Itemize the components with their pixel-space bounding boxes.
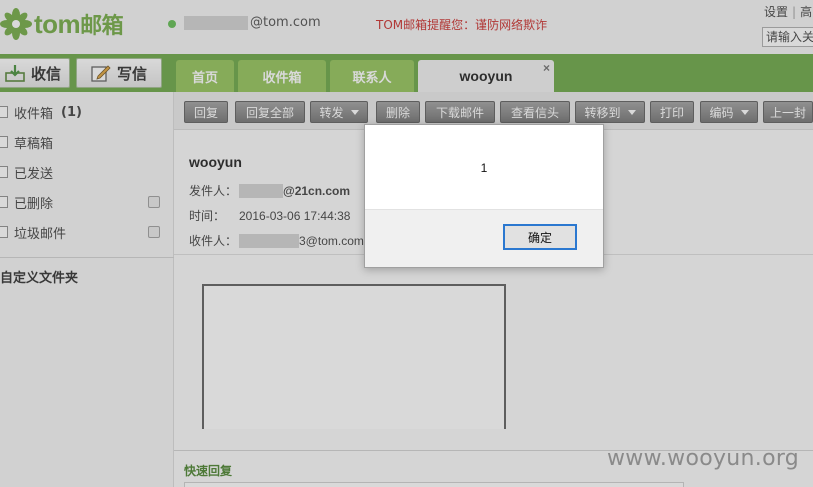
watermark: www.wooyun.org [607, 446, 800, 471]
alert-message: 1 [480, 161, 488, 175]
alert-footer: 确定 [365, 209, 603, 267]
ok-button[interactable]: 确定 [503, 224, 577, 250]
alert-dialog: 1 确定 [364, 124, 604, 268]
